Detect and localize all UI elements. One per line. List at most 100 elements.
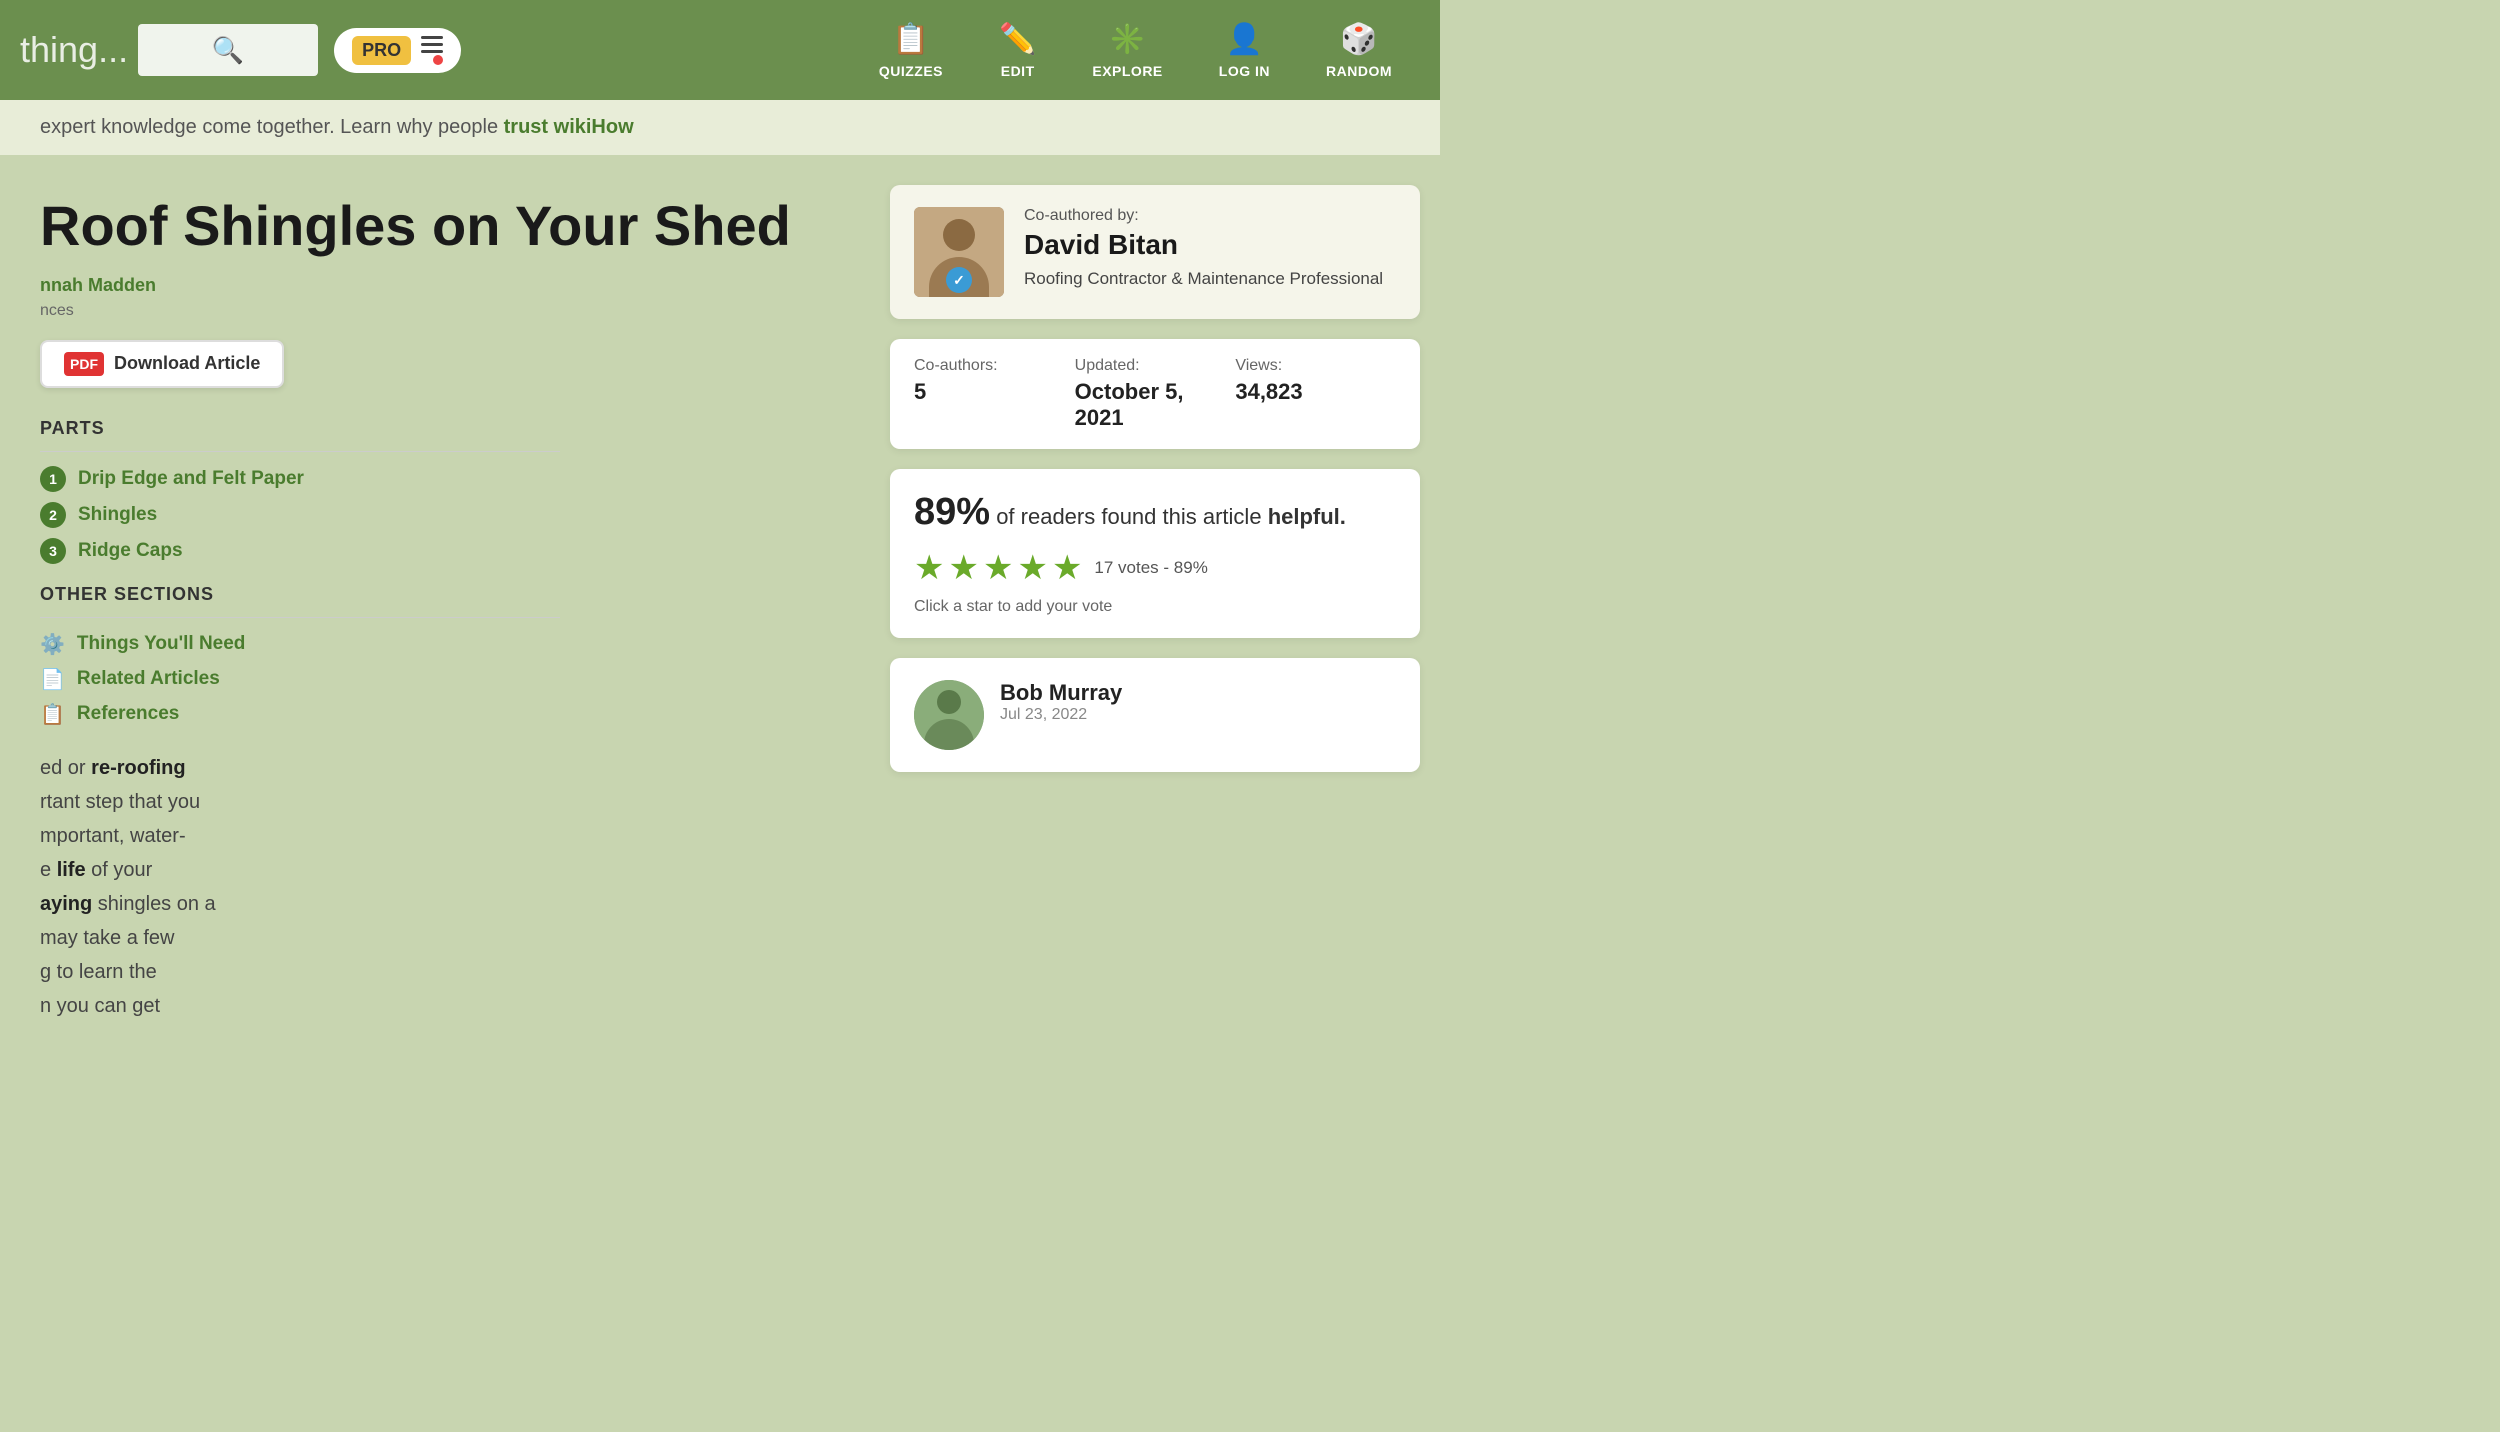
- parts-heading: PARTS: [40, 418, 560, 439]
- other-item-things[interactable]: ⚙️ Things You'll Need: [40, 632, 560, 657]
- pdf-icon: PDF: [64, 352, 104, 376]
- views-label: Views:: [1235, 357, 1396, 375]
- menu-dot: [433, 55, 443, 65]
- stat-updated: Updated: October 5, 2021: [1075, 357, 1236, 431]
- author-line: nnah Madden: [40, 275, 850, 296]
- other-sections-list: ⚙️ Things You'll Need 📄 Related Articles…: [40, 632, 560, 727]
- related-icon: 📄: [40, 667, 65, 692]
- other-label-things: Things You'll Need: [77, 633, 246, 655]
- part-item-1[interactable]: 1 Drip Edge and Felt Paper: [40, 466, 560, 492]
- article-title-text: Roof Shingles on Your Shed: [40, 194, 791, 257]
- updated-value: October 5, 2021: [1075, 379, 1236, 431]
- nav-edit-label: EDIT: [1001, 63, 1035, 79]
- references-line: nces: [40, 302, 850, 320]
- parts-list: 1 Drip Edge and Felt Paper 2 Shingles 3 …: [40, 466, 560, 564]
- comment-card: Bob Murray Jul 23, 2022: [890, 658, 1420, 772]
- other-label-references: References: [77, 703, 179, 725]
- nav-random-label: RANDOM: [1326, 63, 1392, 79]
- nav-quizzes-label: QUIZZES: [879, 63, 943, 79]
- menu-line-2: [421, 43, 443, 46]
- download-article-button[interactable]: PDF Download Article: [40, 340, 284, 388]
- nav-item-random[interactable]: 🎲 RANDOM: [1298, 22, 1420, 79]
- article-body: ed or re-roofing rtant step that you mpo…: [40, 751, 850, 1023]
- author-full-name: David Bitan: [1024, 229, 1396, 261]
- star-2[interactable]: ★: [948, 548, 978, 588]
- comment-date: Jul 23, 2022: [1000, 706, 1396, 724]
- article-left: Roof Shingles on Your Shed nnah Madden n…: [0, 175, 880, 1043]
- part-label-3: Ridge Caps: [78, 540, 183, 562]
- main-content: Roof Shingles on Your Shed nnah Madden n…: [0, 155, 1440, 1043]
- part-label-2: Shingles: [78, 504, 157, 526]
- nav-item-login[interactable]: 👤 LOG IN: [1191, 22, 1298, 79]
- edit-icon: ✏️: [999, 22, 1036, 57]
- parts-divider: [40, 451, 560, 452]
- votes-text: 17 votes - 89%: [1094, 558, 1207, 578]
- pdf-button-label: Download Article: [114, 353, 260, 374]
- commenter-name: Bob Murray: [1000, 680, 1396, 706]
- coauthors-label: Co-authors:: [914, 357, 1075, 375]
- menu-line-3: [421, 50, 443, 53]
- author-info: Co-authored by: David Bitan Roofing Cont…: [1024, 207, 1396, 291]
- part-item-3[interactable]: 3 Ridge Caps: [40, 538, 560, 564]
- navbar: thing... 🔍 PRO 📋 QUIZZES ✏️ EDIT ✳️ EXPL…: [0, 0, 1440, 100]
- star-3[interactable]: ★: [983, 548, 1013, 588]
- part-num-3: 3: [40, 538, 66, 564]
- stat-views: Views: 34,823: [1235, 357, 1396, 431]
- quizzes-icon: 📋: [892, 22, 929, 57]
- star-5-half[interactable]: ★: [1052, 548, 1082, 588]
- article-title: Roof Shingles on Your Shed: [40, 195, 850, 257]
- pro-badge: PRO: [352, 36, 411, 65]
- nav-login-label: LOG IN: [1219, 63, 1270, 79]
- other-sections-divider: [40, 617, 560, 618]
- sidebar-right: ✓ Co-authored by: David Bitan Roofing Co…: [880, 175, 1440, 1043]
- nav-item-quizzes[interactable]: 📋 QUIZZES: [851, 22, 971, 79]
- other-item-related[interactable]: 📄 Related Articles: [40, 667, 560, 692]
- author-name[interactable]: nnah Madden: [40, 275, 156, 295]
- rating-headline-mid: of readers found this article: [996, 504, 1261, 529]
- updated-label: Updated:: [1075, 357, 1236, 375]
- nav-explore-label: EXPLORE: [1092, 63, 1162, 79]
- rating-headline-end: helpful.: [1268, 504, 1346, 529]
- search-area: thing... 🔍: [20, 24, 334, 76]
- nav-items: 📋 QUIZZES ✏️ EDIT ✳️ EXPLORE 👤 LOG IN 🎲 …: [501, 22, 1420, 79]
- references-icon: 📋: [40, 702, 65, 727]
- trust-text: expert knowledge come together. Learn wh…: [40, 116, 504, 138]
- coauthored-label: Co-authored by:: [1024, 207, 1396, 225]
- part-item-2[interactable]: 2 Shingles: [40, 502, 560, 528]
- search-partial-text: thing...: [20, 29, 128, 71]
- trust-bar: expert knowledge come together. Learn wh…: [0, 100, 1440, 155]
- stars-row: ★ ★ ★ ★ ★ 17 votes - 89%: [914, 548, 1396, 588]
- views-value: 34,823: [1235, 379, 1396, 405]
- star-4[interactable]: ★: [1017, 548, 1047, 588]
- hamburger-menu[interactable]: [421, 36, 443, 65]
- login-icon: 👤: [1226, 22, 1263, 57]
- trust-link[interactable]: trust wikiHow: [504, 116, 634, 138]
- explore-icon: ✳️: [1109, 22, 1146, 57]
- other-item-references[interactable]: 📋 References: [40, 702, 560, 727]
- author-name-text: David Bitan: [1024, 229, 1178, 261]
- author-avatar: ✓: [914, 207, 1004, 297]
- click-vote-text: Click a star to add your vote: [914, 598, 1396, 616]
- rating-headline: 89% of readers found this article helpfu…: [914, 491, 1396, 534]
- pro-menu-pill[interactable]: PRO: [334, 28, 461, 73]
- rating-percent: 89%: [914, 491, 990, 533]
- other-label-related: Related Articles: [77, 668, 220, 690]
- part-num-1: 1: [40, 466, 66, 492]
- parts-section: PARTS 1 Drip Edge and Felt Paper 2 Shing…: [40, 418, 560, 727]
- comment-content: Bob Murray Jul 23, 2022: [1000, 680, 1396, 724]
- coauthors-value: 5: [914, 379, 1075, 405]
- commenter-image: [914, 680, 984, 750]
- search-box[interactable]: 🔍: [138, 24, 318, 76]
- rating-card: 89% of readers found this article helpfu…: [890, 469, 1420, 638]
- part-label-1: Drip Edge and Felt Paper: [78, 468, 304, 490]
- nav-item-edit[interactable]: ✏️ EDIT: [971, 22, 1064, 79]
- stars[interactable]: ★ ★ ★ ★ ★: [914, 548, 1082, 588]
- things-icon: ⚙️: [40, 632, 65, 657]
- author-title: Roofing Contractor & Maintenance Profess…: [1024, 267, 1396, 291]
- nav-item-explore[interactable]: ✳️ EXPLORE: [1064, 22, 1190, 79]
- star-1[interactable]: ★: [914, 548, 944, 588]
- commenter-avatar: [914, 680, 984, 750]
- menu-line-1: [421, 36, 443, 39]
- author-verified-badge: ✓: [946, 267, 972, 293]
- coauthor-card: ✓ Co-authored by: David Bitan Roofing Co…: [890, 185, 1420, 319]
